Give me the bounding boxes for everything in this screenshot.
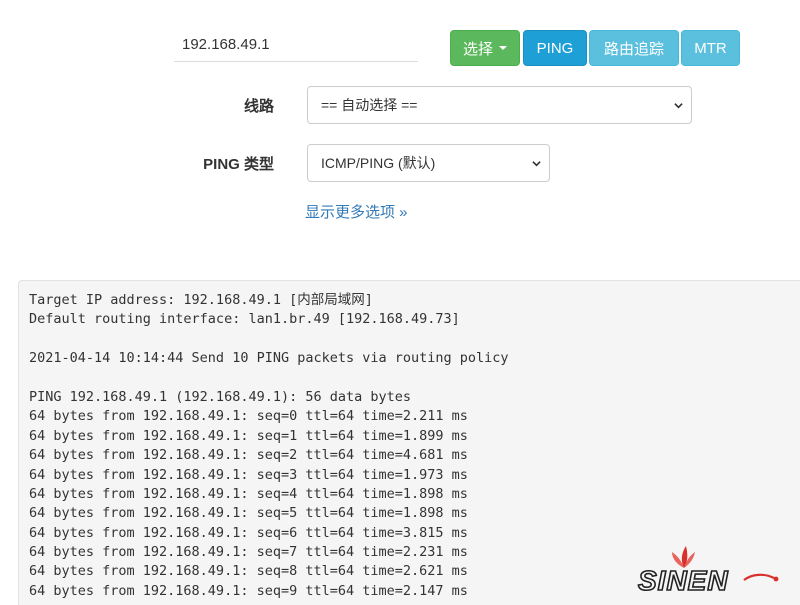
ping-reply-line: 64 bytes from 192.168.49.1: seq=2 ttl=64… xyxy=(29,447,468,464)
traceroute-button-label: 路由追踪 xyxy=(603,40,664,58)
ping-reply-line: 64 bytes from 192.168.49.1: seq=4 ttl=64… xyxy=(29,485,468,502)
select-dropdown-button[interactable]: 选择 xyxy=(450,30,520,66)
traceroute-button[interactable]: 路由追踪 xyxy=(589,30,679,66)
route-select-value: == 自动选择 == xyxy=(321,97,418,113)
ping-reply-line: 64 bytes from 192.168.49.1: seq=5 ttl=64… xyxy=(29,505,468,522)
show-more-options-link[interactable]: 显示更多选项 » xyxy=(305,201,408,222)
route-select[interactable]: == 自动选择 == xyxy=(307,86,692,124)
target-ip-line: Target IP address: 192.168.49.1 [内部局域网] xyxy=(29,292,373,308)
caret-down-icon xyxy=(499,46,507,50)
ping-header-line: PING 192.168.49.1 (192.168.49.1): 56 dat… xyxy=(29,388,412,405)
watermark-dot xyxy=(773,576,779,582)
sinen-watermark-logo: SINEN xyxy=(637,546,779,597)
send-info-line: 2021-04-14 10:14:44 Send 10 PING packets… xyxy=(29,350,509,367)
ping-type-label: PING 类型 xyxy=(203,156,274,173)
ping-reply-line: 64 bytes from 192.168.49.1: seq=0 ttl=64… xyxy=(29,408,468,425)
select-button-label: 选择 xyxy=(462,40,493,58)
route-label: 线路 xyxy=(243,98,274,115)
mtr-button-label: MTR xyxy=(694,39,727,57)
ping-type-select[interactable]: ICMP/PING (默认) xyxy=(307,144,550,182)
routing-interface-line: Default routing interface: lan1.br.49 [1… xyxy=(29,311,460,328)
ping-reply-line: 64 bytes from 192.168.49.1: seq=1 ttl=64… xyxy=(29,427,468,444)
ip-address-input[interactable] xyxy=(174,28,418,62)
mtr-button[interactable]: MTR xyxy=(681,30,740,66)
ping-type-select-value: ICMP/PING (默认) xyxy=(321,155,436,171)
watermark-text: SINEN xyxy=(638,565,729,596)
ping-button-label: PING xyxy=(536,39,574,57)
chevron-down-icon xyxy=(532,161,541,167)
ping-reply-line: 64 bytes from 192.168.49.1: seq=3 ttl=64… xyxy=(29,466,468,483)
watermark-swoosh xyxy=(743,573,775,581)
ping-button[interactable]: PING xyxy=(523,30,587,66)
chevron-down-icon xyxy=(674,103,683,109)
